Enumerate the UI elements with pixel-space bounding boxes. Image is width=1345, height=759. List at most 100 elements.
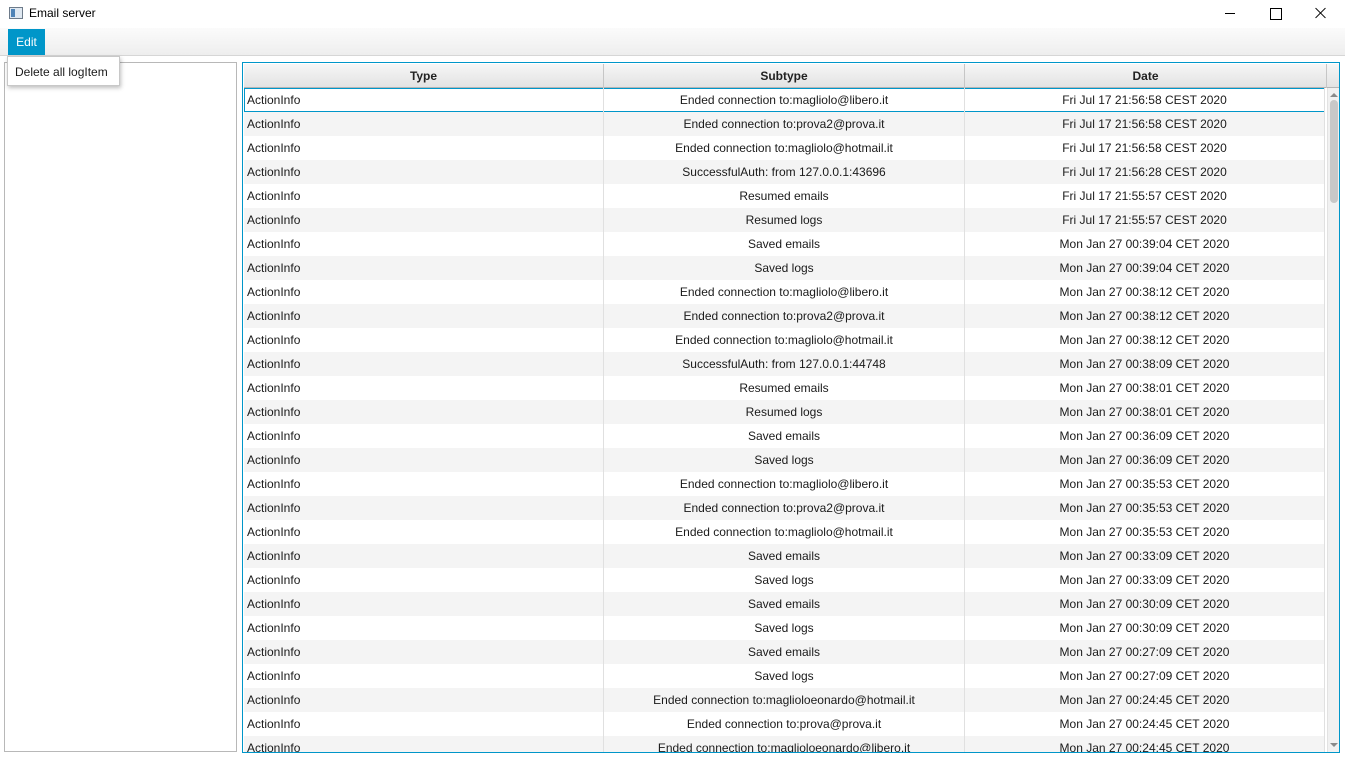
- table-row[interactable]: ActionInfo Saved logs Mon Jan 27 00:30:09 …: [244, 616, 1325, 640]
- cell-type: ActionInfo: [244, 664, 604, 688]
- cell-type: ActionInfo: [244, 112, 604, 136]
- cell-type: ActionInfo: [244, 400, 604, 424]
- scroll-down-icon[interactable]: [1330, 741, 1338, 749]
- column-header-type[interactable]: Type: [244, 64, 604, 88]
- table-row[interactable]: ActionInfo SuccessfulAuth: from 127.0.0.1…: [244, 352, 1325, 376]
- cell-subtype: Saved logs: [604, 448, 965, 472]
- table-row[interactable]: ActionInfo SuccessfulAuth: from 127.0.0.1…: [244, 160, 1325, 184]
- cell-type: ActionInfo: [244, 688, 604, 712]
- cell-date: Mon Jan 27 00:38:12 CET 2020: [965, 304, 1325, 328]
- cell-date: Mon Jan 27 00:24:45 CET 2020: [965, 736, 1325, 752]
- table-row[interactable]: ActionInfo Saved logs Mon Jan 27 00:36:09 …: [244, 448, 1325, 472]
- cell-type: ActionInfo: [244, 592, 604, 616]
- cell-subtype: Saved emails: [604, 544, 965, 568]
- cell-type: ActionInfo: [244, 376, 604, 400]
- cell-type: ActionInfo: [244, 184, 604, 208]
- cell-subtype: SuccessfulAuth: from 127.0.0.1:43696: [604, 160, 965, 184]
- cell-type: ActionInfo: [244, 232, 604, 256]
- table-row[interactable]: ActionInfo Saved emails Mon Jan 27 00:36:0…: [244, 424, 1325, 448]
- table-row[interactable]: ActionInfo Ended connection to:magliolo@h…: [244, 328, 1325, 352]
- cell-type: ActionInfo: [244, 496, 604, 520]
- table-row[interactable]: ActionInfo Ended connection to:magliolo@l…: [244, 88, 1325, 112]
- cell-date: Fri Jul 17 21:55:57 CEST 2020: [965, 184, 1325, 208]
- cell-subtype: Resumed logs: [604, 208, 965, 232]
- cell-subtype: Saved emails: [604, 592, 965, 616]
- cell-date: Fri Jul 17 21:56:58 CEST 2020: [965, 136, 1325, 160]
- cell-type: ActionInfo: [244, 640, 604, 664]
- minimize-icon[interactable]: [1207, 0, 1253, 28]
- cell-date: Mon Jan 27 00:38:12 CET 2020: [965, 280, 1325, 304]
- table-row[interactable]: ActionInfo Resumed logs Fri Jul 17 21:55:5…: [244, 208, 1325, 232]
- cell-date: Mon Jan 27 00:38:01 CET 2020: [965, 376, 1325, 400]
- cell-subtype: Ended connection to:magliolo@hotmail.it: [604, 520, 965, 544]
- cell-subtype: Ended connection to:magliolo@libero.it: [604, 472, 965, 496]
- table-row[interactable]: ActionInfo Resumed emails Fri Jul 17 21:55…: [244, 184, 1325, 208]
- cell-subtype: Ended connection to:magliolo@libero.it: [604, 280, 965, 304]
- table-row[interactable]: ActionInfo Ended connection to:magliolo@l…: [244, 472, 1325, 496]
- table-row[interactable]: ActionInfo Saved emails Mon Jan 27 00:33:0…: [244, 544, 1325, 568]
- table-row[interactable]: ActionInfo Saved logs Mon Jan 27 00:33:09 …: [244, 568, 1325, 592]
- cell-type: ActionInfo: [244, 352, 604, 376]
- scroll-up-icon[interactable]: [1330, 91, 1338, 99]
- table-row[interactable]: ActionInfo Ended connection to:prova2@pro…: [244, 304, 1325, 328]
- app-window-icon: [9, 7, 23, 19]
- cell-date: Mon Jan 27 00:24:45 CET 2020: [965, 688, 1325, 712]
- edit-context-menu: Delete all logItem: [7, 56, 120, 86]
- window-title: Email server: [29, 6, 96, 20]
- cell-type: ActionInfo: [244, 736, 604, 752]
- menu-edit[interactable]: Edit: [8, 29, 45, 55]
- close-icon[interactable]: [1297, 0, 1343, 28]
- cell-subtype: Ended connection to:prova@prova.it: [604, 712, 965, 736]
- cell-subtype: Resumed emails: [604, 376, 965, 400]
- column-header-subtype[interactable]: Subtype: [604, 64, 965, 88]
- cell-type: ActionInfo: [244, 160, 604, 184]
- cell-type: ActionInfo: [244, 472, 604, 496]
- table-row[interactable]: ActionInfo Ended connection to:magliolo@h…: [244, 520, 1325, 544]
- cell-date: Mon Jan 27 00:24:45 CET 2020: [965, 712, 1325, 736]
- maximize-icon[interactable]: [1252, 0, 1298, 28]
- log-table[interactable]: Type Subtype Date ActionInfo Ended connec…: [242, 62, 1340, 753]
- left-list-panel[interactable]: [4, 62, 237, 752]
- cell-subtype: Saved logs: [604, 256, 965, 280]
- cell-subtype: Resumed emails: [604, 184, 965, 208]
- cell-date: Mon Jan 27 00:30:09 CET 2020: [965, 616, 1325, 640]
- table-row[interactable]: ActionInfo Saved logs Mon Jan 27 00:27:09 …: [244, 664, 1325, 688]
- table-row[interactable]: ActionInfo Ended connection to:maglioloeo…: [244, 688, 1325, 712]
- cell-type: ActionInfo: [244, 544, 604, 568]
- cell-date: Mon Jan 27 00:35:53 CET 2020: [965, 496, 1325, 520]
- table-row[interactable]: ActionInfo Resumed emails Mon Jan 27 00:38…: [244, 376, 1325, 400]
- cell-date: Mon Jan 27 00:36:09 CET 2020: [965, 448, 1325, 472]
- cell-subtype: Saved emails: [604, 424, 965, 448]
- table-row[interactable]: ActionInfo Ended connection to:magliolo@h…: [244, 136, 1325, 160]
- vertical-scrollbar[interactable]: [1327, 88, 1339, 752]
- table-row[interactable]: ActionInfo Saved emails Mon Jan 27 00:27:0…: [244, 640, 1325, 664]
- cell-date: Mon Jan 27 00:35:53 CET 2020: [965, 472, 1325, 496]
- table-row[interactable]: ActionInfo Saved emails Mon Jan 27 00:39:0…: [244, 232, 1325, 256]
- table-row[interactable]: ActionInfo Ended connection to:prova@prov…: [244, 712, 1325, 736]
- menu-bar: Edit: [0, 28, 1345, 56]
- table-row[interactable]: ActionInfo Ended connection to:prova2@pro…: [244, 496, 1325, 520]
- cell-type: ActionInfo: [244, 424, 604, 448]
- cell-date: Mon Jan 27 00:30:09 CET 2020: [965, 592, 1325, 616]
- table-row[interactable]: ActionInfo Saved emails Mon Jan 27 00:30:0…: [244, 592, 1325, 616]
- cell-type: ActionInfo: [244, 256, 604, 280]
- table-row[interactable]: ActionInfo Saved logs Mon Jan 27 00:39:04 …: [244, 256, 1325, 280]
- table-row[interactable]: ActionInfo Ended connection to:maglioloeo…: [244, 736, 1325, 752]
- cell-type: ActionInfo: [244, 280, 604, 304]
- cell-date: Mon Jan 27 00:38:12 CET 2020: [965, 328, 1325, 352]
- header-corner: [1327, 64, 1339, 88]
- cell-subtype: Saved emails: [604, 640, 965, 664]
- cell-date: Mon Jan 27 00:27:09 CET 2020: [965, 664, 1325, 688]
- cell-date: Fri Jul 17 21:56:58 CEST 2020: [965, 112, 1325, 136]
- cell-date: Mon Jan 27 00:27:09 CET 2020: [965, 640, 1325, 664]
- cell-date: Fri Jul 17 21:55:57 CEST 2020: [965, 208, 1325, 232]
- column-header-date[interactable]: Date: [965, 64, 1327, 88]
- cell-date: Mon Jan 27 00:35:53 CET 2020: [965, 520, 1325, 544]
- table-row[interactable]: ActionInfo Resumed logs Mon Jan 27 00:38:0…: [244, 400, 1325, 424]
- cell-subtype: Ended connection to:magliolo@hotmail.it: [604, 328, 965, 352]
- table-row[interactable]: ActionInfo Ended connection to:prova2@pro…: [244, 112, 1325, 136]
- table-row[interactable]: ActionInfo Ended connection to:magliolo@l…: [244, 280, 1325, 304]
- menu-item-delete-all-logitem[interactable]: Delete all logItem: [15, 65, 108, 79]
- cell-date: Fri Jul 17 21:56:58 CEST 2020: [965, 88, 1325, 112]
- scroll-thumb[interactable]: [1330, 100, 1338, 203]
